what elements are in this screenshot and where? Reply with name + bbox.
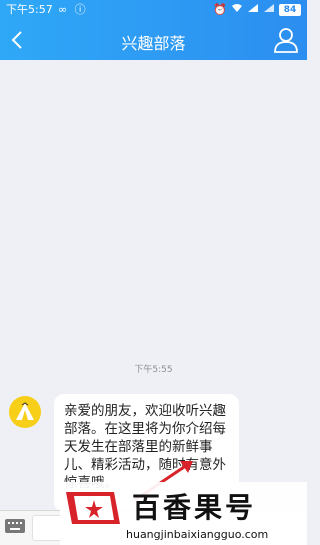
alert-icon: ⓘ xyxy=(74,3,88,16)
top-bar: 下午5:57 ∞ ⓘ ⏰ 84 兴趣部落 xyxy=(0,0,307,60)
watermark-title: 百香果号 xyxy=(132,491,257,524)
back-button[interactable] xyxy=(4,24,32,56)
status-left-icons: ∞ ⓘ xyxy=(58,0,88,20)
wifi-icon xyxy=(231,0,243,20)
infinity-icon: ∞ xyxy=(58,3,70,16)
keyboard-icon xyxy=(5,519,25,533)
status-time: 下午5:57 xyxy=(6,3,53,16)
message-timestamp: 下午5:55 xyxy=(134,365,173,375)
page-title: 兴趣部落 xyxy=(121,34,186,53)
status-right-icons: ⏰ 84 xyxy=(213,0,301,20)
watermark-url: huangjinbaixiangguo.com xyxy=(126,528,269,541)
watermark: 百香果号 huangjinbaixiangguo.com xyxy=(60,482,307,545)
watermark-logo xyxy=(66,492,120,524)
tent-icon xyxy=(16,402,34,420)
chat-area[interactable]: 下午5:55 亲爱的朋友，欢迎收听兴趣部落。在这里将为你介绍每天发生在部落里的新… xyxy=(0,60,307,512)
status-bar: 下午5:57 ∞ ⓘ ⏰ 84 xyxy=(0,0,307,20)
signal-icon xyxy=(263,0,275,20)
battery-level: 84 xyxy=(279,4,301,16)
sender-avatar[interactable] xyxy=(9,396,41,428)
chevron-left-icon xyxy=(11,31,22,49)
app-bar: 兴趣部落 xyxy=(0,22,307,58)
person-icon xyxy=(274,28,298,53)
keyboard-toggle-button[interactable] xyxy=(4,517,26,535)
alarm-icon: ⏰ xyxy=(213,3,227,16)
signal-icon xyxy=(247,0,259,20)
profile-button[interactable] xyxy=(271,25,301,55)
